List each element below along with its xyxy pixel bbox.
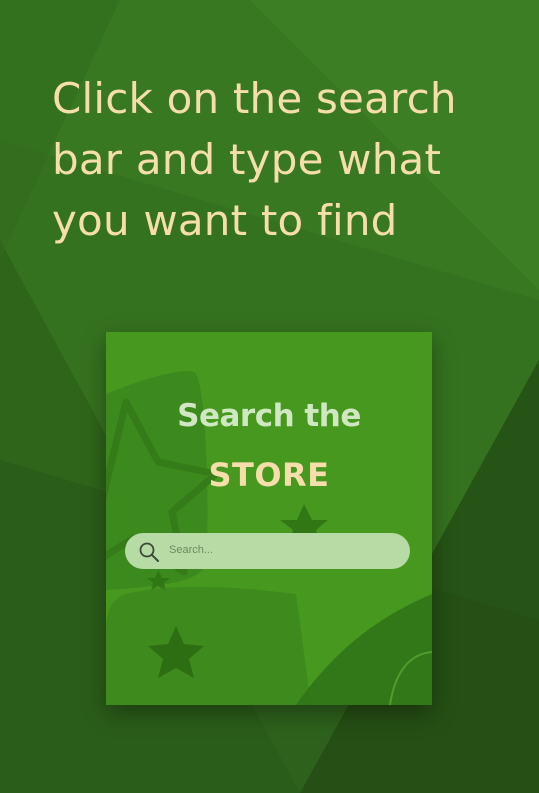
instruction-headline: Click on the search bar and type what yo…	[52, 68, 512, 251]
panel-title-line-2: STORE	[208, 456, 330, 494]
panel-decoration	[106, 371, 432, 705]
headline-line-3: you want to find	[52, 196, 398, 245]
search-input-placeholder[interactable]: Search...	[169, 544, 213, 556]
search-store-panel: Search the STORE Search...	[106, 332, 432, 705]
headline-line-2: bar and type what	[52, 135, 442, 184]
search-icon	[139, 542, 159, 562]
headline-line-1: Click on the search	[52, 74, 457, 123]
panel-title-line-1: Search the	[177, 398, 361, 434]
search-bar[interactable]: Search...	[125, 533, 410, 569]
